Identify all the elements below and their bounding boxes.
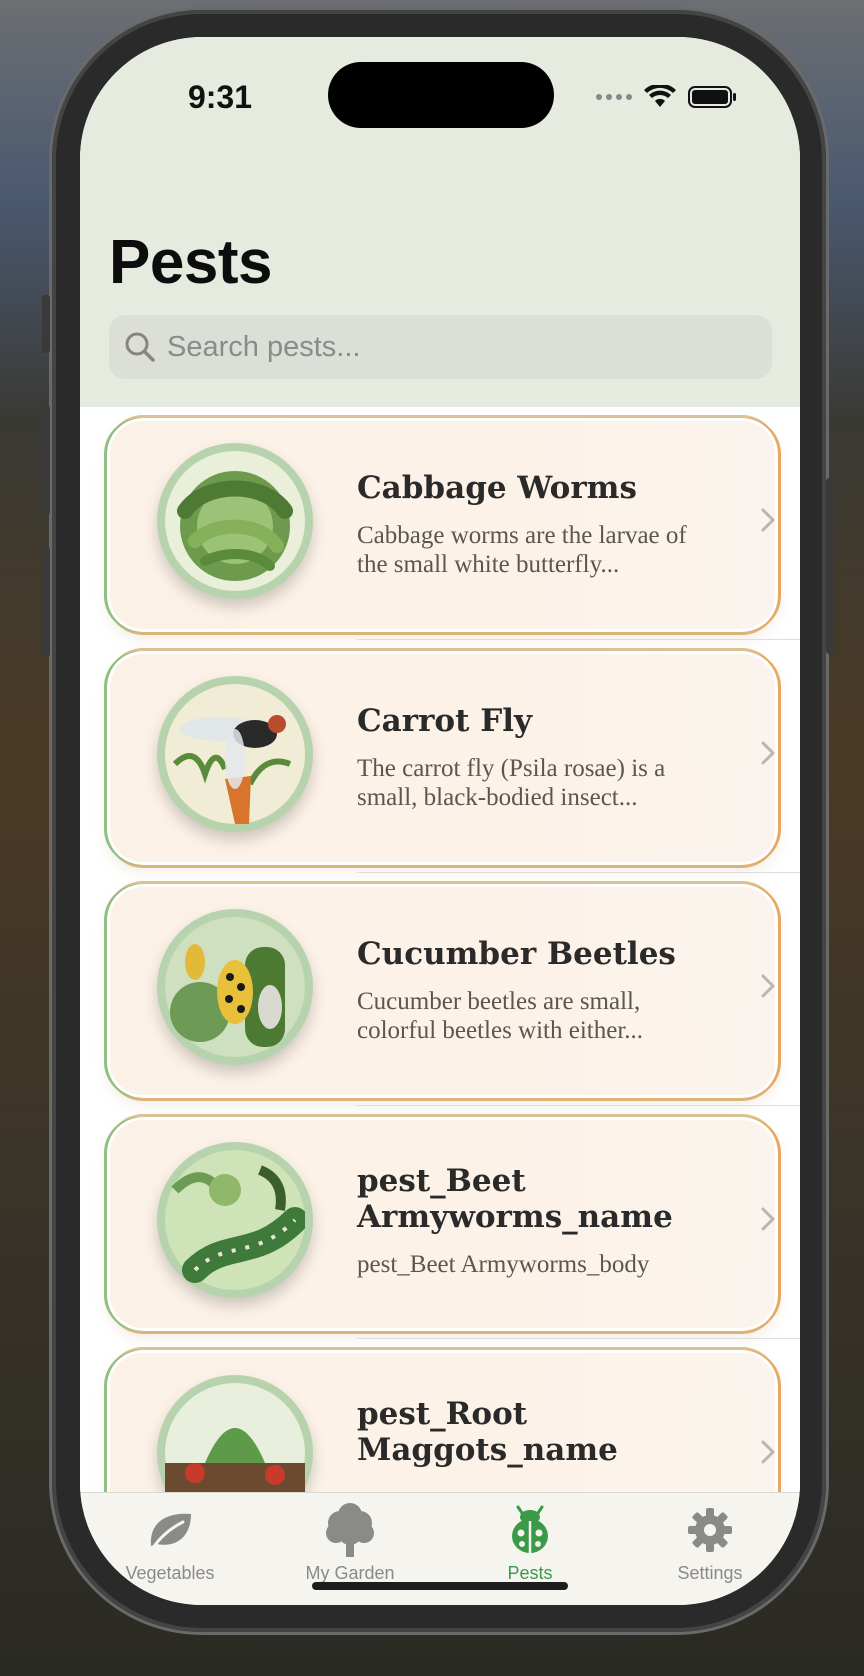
header-area: 9:31 Pests [80, 37, 800, 407]
carrot-fly-image [165, 684, 305, 824]
cellular-signal-icon [596, 94, 632, 100]
leaf-icon [150, 1513, 191, 1550]
pest-description: pest_Beet Armyworms_body [357, 1251, 650, 1278]
pest-card[interactable]: Cabbage Worms Cabbage worms are the larv… [107, 418, 778, 632]
pest-description: Cucumber beetles are small, colorful bee… [357, 988, 644, 1044]
pest-card[interactable]: Carrot Fly The carrot fly (Psila rosae) … [107, 651, 778, 865]
pest-list[interactable]: Cabbage Worms Cabbage worms are the larv… [80, 407, 800, 1492]
page-title: Pests [109, 228, 272, 297]
status-time: 9:31 [187, 79, 253, 115]
app-screen: 9:31 Pests Search pests... Cabbage Worms… [80, 37, 800, 1605]
ladybug-icon [512, 1505, 548, 1553]
pest-card[interactable]: pest_Beet Armyworms_name pest_Beet Armyw… [107, 1117, 778, 1331]
action-button [42, 295, 50, 353]
list-item[interactable]: pest_Beet Armyworms_name pest_Beet Armyw… [80, 1106, 800, 1339]
tab-label: My Garden [305, 1563, 395, 1583]
pest-name: Cucumber Beetles [357, 936, 676, 972]
list-item[interactable]: Cucumber Beetles Cucumber beetles are sm… [80, 873, 800, 1106]
list-item[interactable]: Carrot Fly The carrot fly (Psila rosae) … [80, 640, 800, 873]
pest-name: pest_Root Maggots_name [357, 1396, 618, 1468]
chevron-right-icon [761, 1440, 775, 1464]
pest-thumbnail [157, 1375, 313, 1492]
pest-name: pest_Beet Armyworms_name [357, 1163, 673, 1235]
chevron-right-icon [761, 974, 775, 998]
pest-card[interactable]: pest_Root Maggots_name [107, 1350, 778, 1492]
search-input[interactable] [165, 329, 729, 365]
cabbage-worm-image [165, 451, 305, 591]
tab-vegetables[interactable]: Vegetables [90, 1503, 250, 1584]
status-icons [596, 85, 738, 109]
power-button [826, 478, 834, 654]
gear-icon [688, 1508, 732, 1552]
search-bar[interactable] [109, 315, 772, 379]
pest-card[interactable]: Cucumber Beetles Cucumber beetles are sm… [107, 884, 778, 1098]
pest-description: The carrot fly (Psila rosae) is a small,… [357, 755, 666, 811]
dynamic-island [328, 62, 554, 128]
volume-up-button [42, 405, 50, 515]
chevron-right-icon [761, 741, 775, 765]
chevron-right-icon [761, 508, 775, 532]
pest-description: Cabbage worms are the larvae of the smal… [357, 522, 687, 578]
tab-my-garden[interactable]: My Garden [270, 1503, 430, 1584]
list-item[interactable]: Cabbage Worms Cabbage worms are the larv… [80, 407, 800, 640]
home-indicator[interactable] [312, 1582, 568, 1590]
tab-label: Pests [507, 1563, 553, 1583]
tab-settings[interactable]: Settings [630, 1503, 790, 1584]
pest-name: Carrot Fly [357, 703, 533, 739]
wifi-icon [644, 85, 676, 107]
pest-thumbnail [157, 909, 313, 1065]
armyworm-image [165, 1150, 305, 1290]
pest-thumbnail [157, 676, 313, 832]
pest-thumbnail [157, 1142, 313, 1298]
volume-down-button [42, 547, 50, 657]
chevron-right-icon [761, 1207, 775, 1231]
tree-icon [326, 1503, 374, 1557]
tab-label: Settings [677, 1563, 743, 1583]
pest-name: Cabbage Worms [357, 470, 637, 506]
root-maggot-image [165, 1383, 305, 1492]
cucumber-beetle-image [165, 917, 305, 1057]
tab-pests[interactable]: Pests [450, 1503, 610, 1584]
list-item[interactable]: pest_Root Maggots_name [80, 1339, 800, 1492]
battery-icon [688, 86, 736, 108]
tab-label: Vegetables [125, 1563, 215, 1583]
search-icon [125, 332, 155, 362]
pest-thumbnail [157, 443, 313, 599]
